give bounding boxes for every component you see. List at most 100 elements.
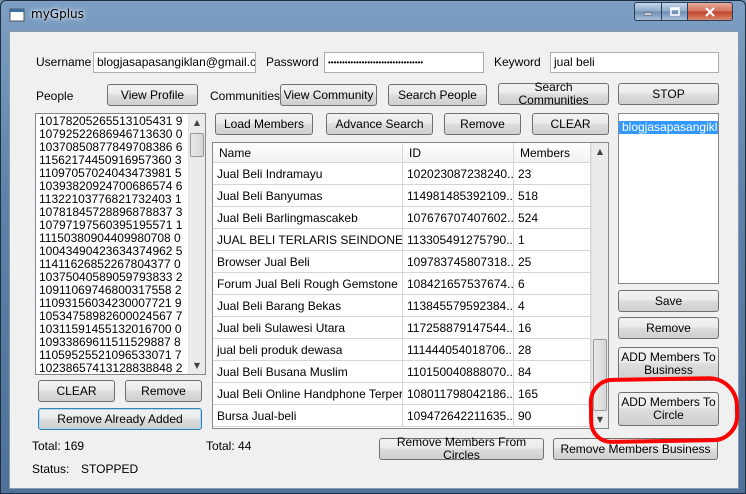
cell-name[interactable]: JUAL BELI TERLARIS SEINDONE... — [213, 229, 403, 251]
cell-name[interactable]: Jual Beli Barlingmascakeb — [213, 207, 403, 229]
scroll-down-icon[interactable]: ▼ — [189, 357, 205, 374]
table-row[interactable]: Jual Beli Banyumas 114981485392109... 518 — [213, 185, 591, 207]
cell-name[interactable]: Jual Beli Online Handphone Terperc... — [213, 383, 403, 405]
cell-members[interactable]: 1 — [514, 229, 591, 251]
view-profile-button[interactable]: View Profile — [107, 84, 198, 106]
column-header-members[interactable]: Members — [514, 143, 591, 163]
circles-list[interactable]: blogjasapasangiklan — [618, 113, 719, 284]
cell-members[interactable]: 4 — [514, 295, 591, 317]
circle-item[interactable]: blogjasapasangiklan — [619, 121, 718, 134]
scroll-down-icon[interactable]: ▼ — [592, 411, 608, 428]
cell-members[interactable]: 25 — [514, 251, 591, 273]
search-communities-button[interactable]: Search Communities — [498, 81, 609, 107]
circle-items: blogjasapasangiklan — [619, 114, 718, 135]
table-header: Name ID Members — [213, 143, 591, 163]
close-icon — [705, 6, 715, 17]
column-header-name[interactable]: Name — [213, 143, 403, 163]
add-members-circle-button[interactable]: ADD Members To Circle — [618, 392, 719, 426]
table-row[interactable]: Forum Jual Beli Rough Gemstone 1084216575… — [213, 273, 591, 295]
load-members-button[interactable]: Load Members — [215, 113, 313, 135]
cell-name[interactable]: Bursa Jual-beli — [213, 405, 403, 427]
table-row[interactable]: jual beli produk dewasa 111444054018706..… — [213, 339, 591, 361]
status-label: Status: — [32, 462, 70, 476]
cell-id[interactable]: 113845579592384... — [403, 295, 514, 317]
table-row[interactable]: Jual Beli Online Handphone Terperc... 108… — [213, 383, 591, 405]
people-list[interactable]: 10178205265513105431 9 107925226869467136… — [35, 113, 206, 375]
cell-name[interactable]: Jual Beli Indramayu — [213, 163, 403, 185]
cell-members[interactable]: 16 — [514, 317, 591, 339]
status-value: STOPPED — [81, 462, 139, 476]
add-members-business-button[interactable]: ADD Members To Business — [618, 347, 719, 381]
password-label: Password — [266, 55, 319, 69]
members-clear-button[interactable]: CLEAR — [532, 113, 609, 135]
cell-id[interactable]: 107676707407602... — [403, 207, 514, 229]
cell-members[interactable]: 84 — [514, 361, 591, 383]
minimize-icon — [643, 12, 653, 15]
cell-id[interactable]: 108421657537674... — [403, 273, 514, 295]
cell-id[interactable]: 102023087238240... — [403, 163, 514, 185]
cell-members[interactable]: 165 — [514, 383, 591, 405]
scroll-thumb[interactable] — [593, 339, 607, 411]
people-remove-button[interactable]: Remove — [125, 380, 202, 402]
cell-id[interactable]: 114981485392109... — [403, 185, 514, 207]
search-people-button[interactable]: Search People — [388, 84, 487, 106]
table-row[interactable]: Jual Beli Barlingmascakeb 107676707407602… — [213, 207, 591, 229]
remove-members-from-circles-button[interactable]: Remove Members From Circles — [379, 436, 544, 462]
cell-name[interactable]: Browser Jual Beli — [213, 251, 403, 273]
cell-members[interactable]: 518 — [514, 185, 591, 207]
cell-name[interactable]: Jual Beli Barang Bekas — [213, 295, 403, 317]
cell-id[interactable]: 117258879147544... — [403, 317, 514, 339]
remove-already-added-button[interactable]: Remove Already Added — [38, 408, 202, 430]
view-community-button[interactable]: View Community — [280, 84, 377, 106]
cell-members[interactable]: 6 — [514, 273, 591, 295]
members-remove-button[interactable]: Remove — [444, 113, 521, 135]
cell-id[interactable]: 109783745807318... — [403, 251, 514, 273]
keyword-field[interactable]: jual beli — [550, 52, 719, 73]
table-row[interactable]: Browser Jual Beli 109783745807318... 25 — [213, 251, 591, 273]
table-row[interactable]: JUAL BELI TERLARIS SEINDONE... 1133054912… — [213, 229, 591, 251]
cell-name[interactable]: jual beli produk dewasa — [213, 339, 403, 361]
circle-remove-button[interactable]: Remove — [618, 317, 719, 339]
advance-search-button[interactable]: Advance Search — [326, 113, 433, 135]
remove-members-business-button[interactable]: Remove Members Business — [553, 438, 718, 460]
cell-members[interactable]: 28 — [514, 339, 591, 361]
cell-name[interactable]: Jual beli Sulawesi Utara — [213, 317, 403, 339]
people-clear-button[interactable]: CLEAR — [38, 380, 115, 402]
table-row[interactable]: Jual Beli Indramayu 102023087238240... 23 — [213, 163, 591, 185]
maximize-button[interactable] — [661, 2, 688, 21]
table-row[interactable]: Jual beli Sulawesi Utara 117258879147544.… — [213, 317, 591, 339]
stop-button[interactable]: STOP — [618, 83, 719, 105]
list-item[interactable]: 10238657413128838848 2 — [36, 362, 205, 375]
password-field[interactable]: •••••••••••••••••••••••••••••••••• — [324, 52, 484, 73]
cell-id[interactable]: 109472642211635... — [403, 405, 514, 427]
cell-id[interactable]: 110150040888070... — [403, 361, 514, 383]
minimize-button[interactable] — [634, 2, 662, 21]
maximize-icon — [669, 7, 680, 16]
cell-id[interactable]: 111444054018706... — [403, 339, 514, 361]
title-bar[interactable]: myGplus — [1, 1, 745, 29]
cell-members[interactable]: 23 — [514, 163, 591, 185]
table-row[interactable]: Jual Beli Barang Bekas 113845579592384...… — [213, 295, 591, 317]
cell-name[interactable]: Forum Jual Beli Rough Gemstone — [213, 273, 403, 295]
circle-save-button[interactable]: Save — [618, 290, 719, 312]
cell-members[interactable]: 90 — [514, 405, 591, 427]
cell-members[interactable]: 524 — [514, 207, 591, 229]
people-items: 10178205265513105431 9 107925226869467136… — [36, 114, 205, 375]
username-field[interactable]: blogjasapasangiklan@gmail.com — [93, 52, 256, 73]
table-scrollbar[interactable]: ▲ ▼ — [591, 143, 608, 428]
people-list-scrollbar[interactable]: ▲ ▼ — [188, 114, 205, 374]
cell-id[interactable]: 113305491275790... — [403, 229, 514, 251]
table-row[interactable]: Jual Beli Busana Muslim 110150040888070..… — [213, 361, 591, 383]
cell-id[interactable]: 108011798042186... — [403, 383, 514, 405]
cell-name[interactable]: Jual Beli Banyumas — [213, 185, 403, 207]
close-button[interactable] — [687, 2, 733, 21]
scroll-up-icon[interactable]: ▲ — [592, 143, 608, 160]
column-header-id[interactable]: ID — [403, 143, 514, 163]
scroll-up-icon[interactable]: ▲ — [189, 114, 205, 131]
members-table[interactable]: Name ID Members Jual Beli Indramayu 10202… — [212, 142, 609, 429]
table-row[interactable]: Bursa Jual-beli 109472642211635... 90 — [213, 405, 591, 427]
communities-label: Communities — [210, 89, 281, 103]
scroll-thumb[interactable] — [190, 133, 204, 157]
table-body: Jual Beli Indramayu 102023087238240... 23 J… — [213, 163, 591, 427]
cell-name[interactable]: Jual Beli Busana Muslim — [213, 361, 403, 383]
